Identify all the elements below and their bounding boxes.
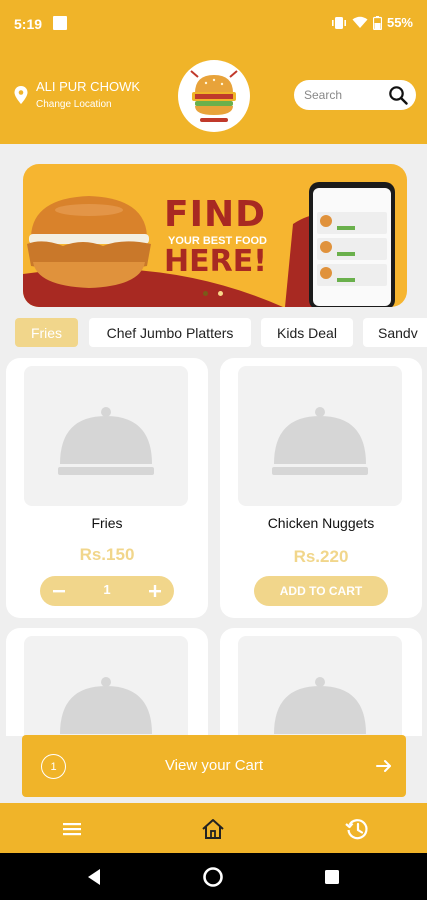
cloche-icon bbox=[58, 407, 154, 475]
product-card[interactable] bbox=[6, 628, 208, 736]
quantity-stepper: 1 bbox=[40, 576, 174, 606]
carousel-dot[interactable] bbox=[218, 291, 223, 296]
system-navigation-bar bbox=[0, 853, 427, 900]
back-icon[interactable] bbox=[86, 868, 102, 886]
increase-quantity-button[interactable] bbox=[140, 576, 170, 606]
plus-icon bbox=[149, 585, 161, 597]
cloche-icon bbox=[60, 677, 152, 734]
view-cart-button[interactable]: 1 View your Cart bbox=[22, 735, 406, 797]
app-header: ALI PUR CHOWK Change Location bbox=[0, 48, 427, 144]
home-circle-icon[interactable] bbox=[202, 866, 224, 888]
tab-kids-deal[interactable]: Kids Deal bbox=[261, 318, 353, 347]
tab-sandwiches[interactable]: Sandv bbox=[363, 318, 427, 347]
view-cart-label: View your Cart bbox=[164, 757, 264, 774]
product-card[interactable] bbox=[220, 628, 422, 736]
brand-logo bbox=[178, 60, 250, 132]
change-location-link[interactable]: Change Location bbox=[36, 99, 112, 110]
product-image-placeholder bbox=[24, 636, 188, 736]
wifi-icon bbox=[352, 16, 368, 28]
product-name: Chicken Nuggets bbox=[267, 515, 375, 531]
promo-banner[interactable]: FIND YOUR BEST FOOD HERE! bbox=[23, 164, 407, 307]
minus-icon bbox=[53, 590, 65, 593]
location-pin-icon[interactable] bbox=[14, 86, 28, 104]
quantity-value: 1 bbox=[103, 582, 111, 597]
home-icon[interactable] bbox=[200, 816, 226, 842]
product-price: Rs.150 bbox=[79, 545, 135, 564]
arrow-right-icon bbox=[376, 760, 391, 772]
product-image-placeholder bbox=[238, 636, 402, 736]
carousel-dot-active[interactable] bbox=[203, 291, 208, 296]
menu-icon[interactable] bbox=[59, 816, 85, 842]
tab-chef-jumbo-platters[interactable]: Chef Jumbo Platters bbox=[89, 318, 251, 347]
location-name[interactable]: ALI PUR CHOWK bbox=[36, 79, 140, 94]
bottom-navigation bbox=[0, 803, 427, 853]
product-card[interactable]: Fries Rs.150 1 bbox=[6, 358, 208, 618]
product-name: Fries bbox=[91, 515, 123, 531]
battery-percent: 55% bbox=[386, 15, 413, 30]
battery-icon bbox=[372, 15, 382, 30]
add-to-cart-button[interactable]: ADD TO CART bbox=[254, 576, 388, 606]
cloche-icon bbox=[274, 677, 366, 734]
tab-fries[interactable]: Fries bbox=[15, 318, 78, 347]
search-icon[interactable] bbox=[388, 85, 408, 105]
status-icons: 55% bbox=[331, 15, 413, 30]
history-icon[interactable] bbox=[344, 816, 370, 842]
burger-logo-icon bbox=[190, 70, 238, 122]
decrease-quantity-button[interactable] bbox=[44, 576, 74, 606]
notification-icon bbox=[53, 16, 67, 30]
status-time: 5:19 bbox=[14, 16, 43, 32]
product-image-placeholder bbox=[24, 366, 188, 506]
status-bar: 5:19 55% bbox=[0, 0, 427, 48]
product-price: Rs.220 bbox=[293, 547, 349, 566]
category-tabs: Fries Chef Jumbo Platters Kids Deal Sand… bbox=[15, 316, 427, 350]
search-input[interactable] bbox=[304, 86, 382, 104]
recents-icon[interactable] bbox=[324, 869, 340, 885]
search-box[interactable] bbox=[294, 80, 416, 110]
banner-headline: FIND bbox=[164, 194, 266, 235]
cloche-icon bbox=[272, 407, 368, 475]
product-card[interactable]: Chicken Nuggets Rs.220 ADD TO CART bbox=[220, 358, 422, 618]
banner-headline-2: HERE! bbox=[164, 244, 267, 279]
product-image-placeholder bbox=[238, 366, 402, 506]
vibrate-icon bbox=[331, 16, 346, 29]
